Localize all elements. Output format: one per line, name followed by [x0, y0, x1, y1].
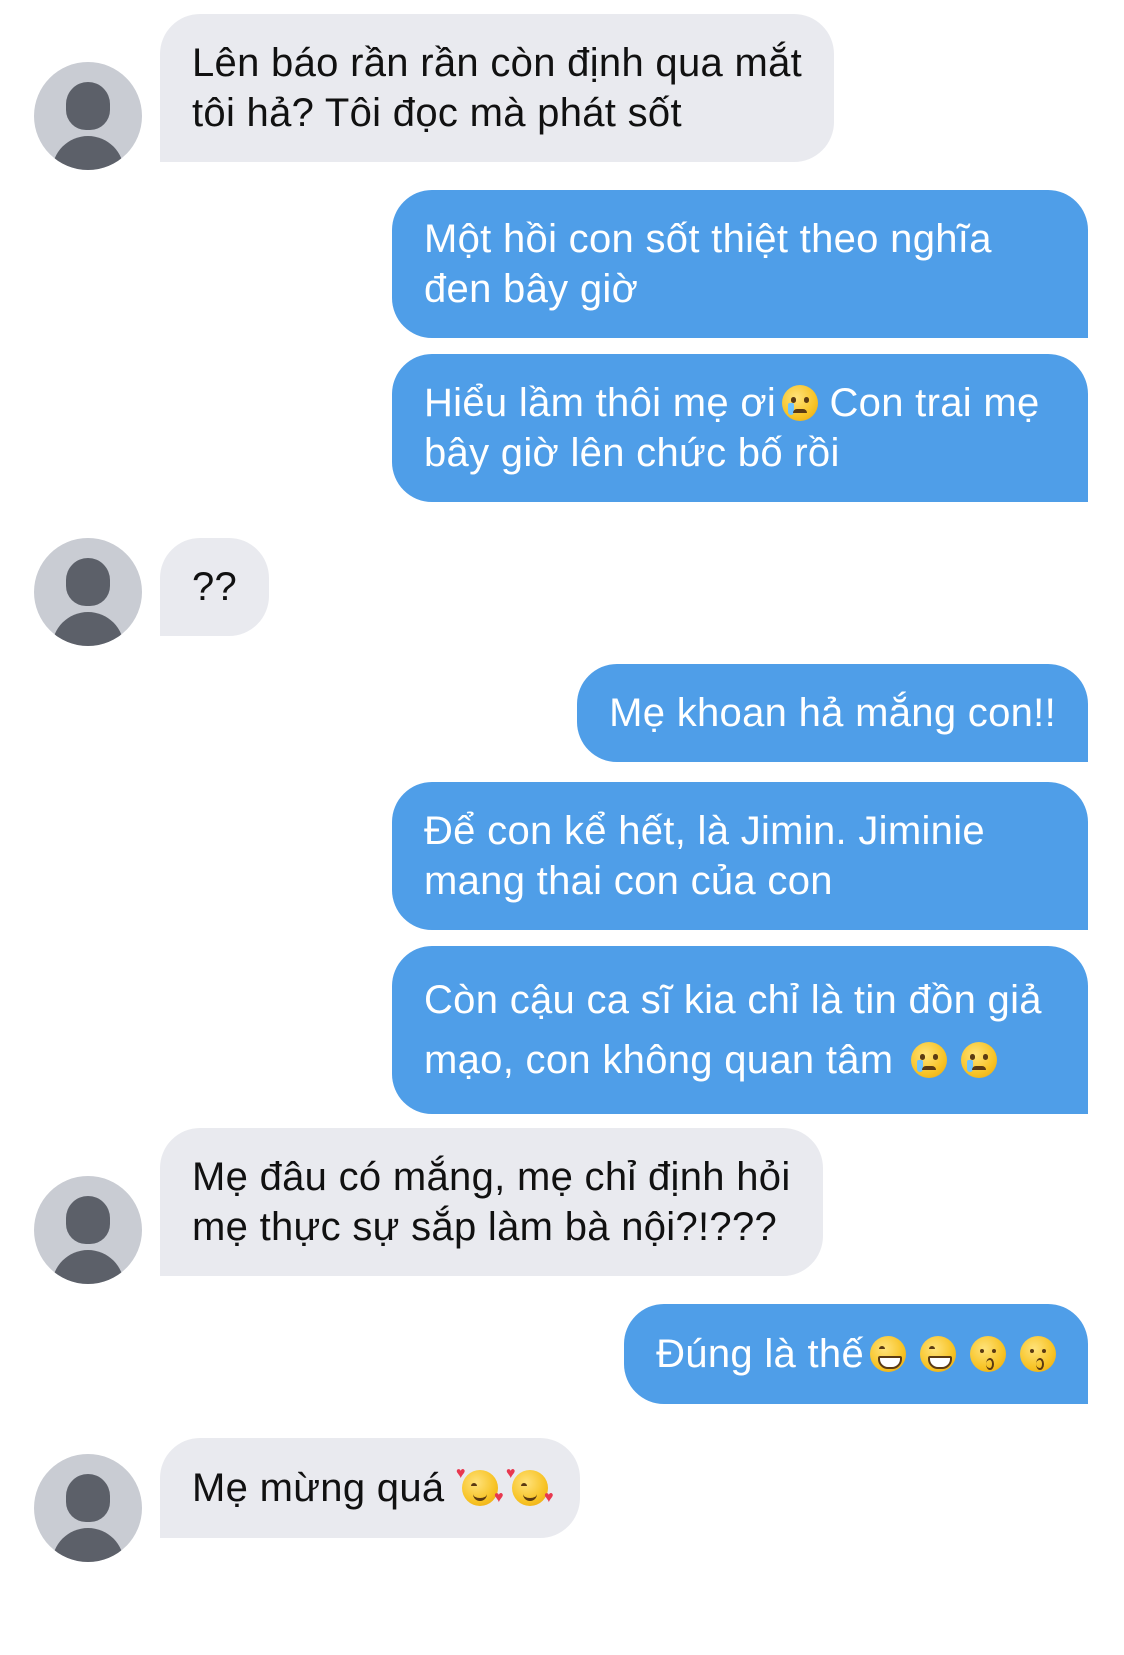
- message-text: Con trai mẹ: [818, 381, 1040, 425]
- message-text-line: ??: [192, 565, 238, 609]
- avatar-shoulders-shape: [52, 136, 124, 170]
- message-text-line: đen bây giờ: [424, 267, 639, 311]
- message-text-line: mạo, con không quan tâm: [424, 1030, 1056, 1090]
- message-text-line: Mẹ đâu có mắng, mẹ chỉ định hỏi: [192, 1155, 791, 1199]
- crying-face-icon: [910, 1042, 947, 1078]
- kissing-face-icon: [970, 1336, 1006, 1372]
- avatar-shoulders-shape: [52, 612, 124, 646]
- incoming-message-bubble[interactable]: Mẹ mừng quá ♥ ♥ ♥ ♥: [160, 1438, 580, 1538]
- message-text-line: Lên báo rần rần còn định qua mắt: [192, 41, 803, 85]
- incoming-message-bubble[interactable]: ??: [160, 538, 270, 636]
- grinning-face-icon: [870, 1336, 906, 1372]
- avatar-head-shape: [66, 82, 110, 130]
- message-text-line: Hiểu lầm thôi mẹ ơi Con trai mẹ: [424, 378, 1056, 428]
- message-text: Hiểu lầm thôi mẹ ơi: [424, 381, 777, 425]
- message-text-line: mang thai con của con: [424, 859, 833, 903]
- avatar-head-shape: [66, 1196, 110, 1244]
- outgoing-message-bubble[interactable]: Đúng là thế: [624, 1304, 1088, 1404]
- avatar-head-shape: [66, 1474, 110, 1522]
- contact-avatar[interactable]: [34, 1454, 142, 1562]
- message-text-line: Mẹ khoan hả mắng con!!: [609, 691, 1056, 735]
- message-text-line: Để con kể hết, là Jimin. Jiminie: [424, 809, 985, 853]
- message-text: Mẹ mừng quá: [192, 1466, 456, 1510]
- grinning-face-icon: [920, 1336, 956, 1372]
- conversation-thread: Lên báo rần rần còn định qua mắt tôi hả?…: [0, 0, 1124, 1655]
- avatar-head-shape: [66, 558, 110, 606]
- message-text-line: mẹ thực sự sắp làm bà nội?!???: [192, 1205, 778, 1249]
- avatar-shoulders-shape: [52, 1250, 124, 1284]
- contact-avatar[interactable]: [34, 1176, 142, 1284]
- crying-face-icon: [782, 385, 819, 421]
- message-text: mạo, con không quan tâm: [424, 1038, 905, 1082]
- smiling-face-with-hearts-icon: ♥ ♥: [455, 1465, 504, 1506]
- contact-avatar[interactable]: [34, 538, 142, 646]
- message-text-line: Đúng là thế: [656, 1324, 1056, 1384]
- kissing-face-icon: [1020, 1336, 1056, 1372]
- message-text-line: tôi hả? Tôi đọc mà phát sốt: [192, 91, 682, 135]
- message-text: Đúng là thế: [656, 1332, 864, 1376]
- incoming-message-bubble[interactable]: Lên báo rần rần còn định qua mắt tôi hả?…: [160, 14, 835, 162]
- message-text-line: Còn cậu ca sĩ kia chỉ là tin đồn giả: [424, 978, 1042, 1022]
- incoming-message-bubble[interactable]: Mẹ đâu có mắng, mẹ chỉ định hỏi mẹ thực …: [160, 1128, 823, 1276]
- outgoing-message-bubble[interactable]: Còn cậu ca sĩ kia chỉ là tin đồn giả mạo…: [392, 946, 1088, 1114]
- message-text-line: Một hồi con sốt thiệt theo nghĩa: [424, 217, 992, 261]
- message-text-line: Mẹ mừng quá ♥ ♥ ♥ ♥: [192, 1458, 554, 1518]
- outgoing-message-bubble[interactable]: Hiểu lầm thôi mẹ ơi Con trai mẹ bây giờ …: [392, 354, 1088, 502]
- smiling-face-with-hearts-icon: ♥ ♥: [505, 1465, 554, 1506]
- outgoing-message-bubble[interactable]: Mẹ khoan hả mắng con!!: [577, 664, 1088, 762]
- contact-avatar[interactable]: [34, 62, 142, 170]
- crying-face-icon: [960, 1042, 997, 1078]
- message-text-line: bây giờ lên chức bố rồi: [424, 431, 840, 475]
- outgoing-message-bubble[interactable]: Để con kể hết, là Jimin. Jiminie mang th…: [392, 782, 1088, 930]
- outgoing-message-bubble[interactable]: Một hồi con sốt thiệt theo nghĩa đen bây…: [392, 190, 1088, 338]
- avatar-shoulders-shape: [52, 1528, 124, 1562]
